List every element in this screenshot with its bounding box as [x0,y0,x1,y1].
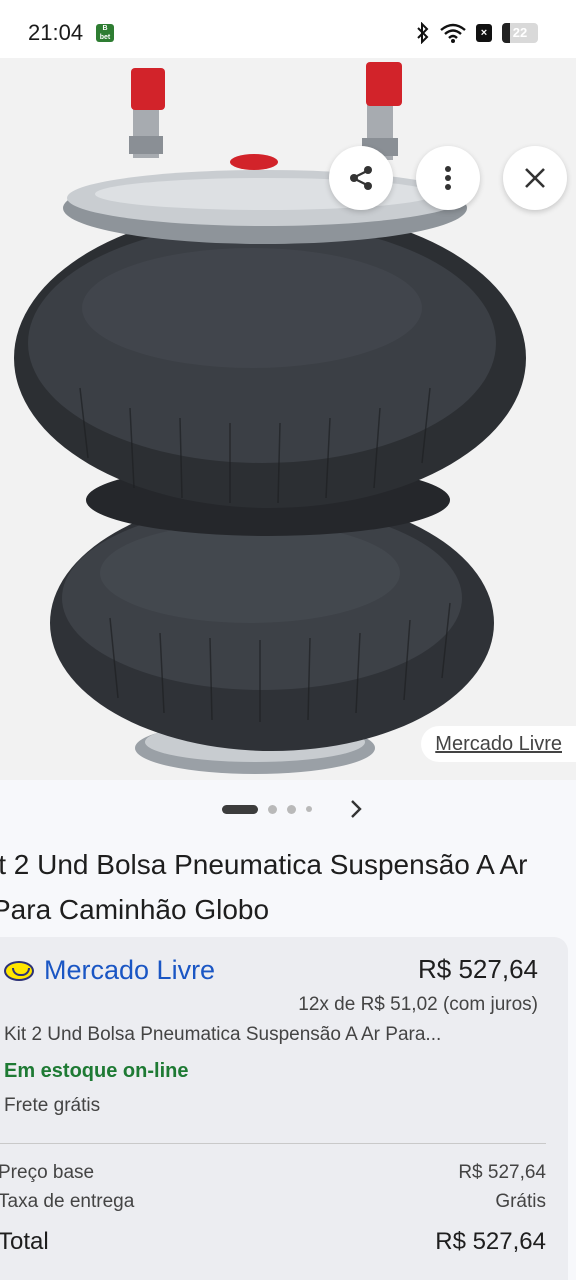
carousel-dot-4[interactable] [306,806,312,812]
base-price-label: Preço base [0,1162,95,1183]
carousel-dot-2[interactable] [268,804,277,814]
close-icon [525,168,545,188]
share-icon [350,166,372,190]
carousel-dot-1[interactable] [222,804,258,814]
offer-installments: 12x de R$ 51,02 (com juros) [298,994,538,1015]
app-notification-icon: Bbet [96,24,114,42]
total-value: R$ 527,64 [435,1228,546,1255]
delivery-fee-value: Grátis [495,1191,546,1212]
stock-status: Em estoque on-line [4,1060,189,1082]
delivery-fee-label: Taxa de entrega [0,1191,135,1212]
wifi-icon [440,23,466,43]
air-spring-image [0,58,576,780]
shipping-info: Frete grátis [4,1095,101,1116]
mercado-livre-logo-icon [4,960,34,981]
product-title: it 2 Und Bolsa Pneumatica Suspensão A Ar… [0,849,528,925]
close-button[interactable] [503,146,567,210]
bluetooth-icon [417,22,429,44]
offer-description: Kit 2 Und Bolsa Pneumatica Suspensão A A… [4,1024,442,1045]
divider [0,1143,546,1144]
store-name[interactable]: Mercado Livre [44,955,215,986]
status-time: 21:04 [28,20,84,45]
product-image[interactable]: Mercado Livre [0,58,576,780]
more-options-button[interactable] [416,146,480,210]
chevron-right-icon[interactable] [344,796,368,822]
status-icons: × 22 [416,22,538,44]
notification-box-icon: × [476,24,492,42]
offer-price: R$ 527,64 [418,954,538,984]
battery-level: 22 [512,25,528,40]
share-button[interactable] [329,146,393,210]
store-row[interactable]: Mercado Livre [4,955,215,986]
more-vert-icon [445,166,451,190]
carousel-dot-3[interactable] [287,804,296,814]
total-label: Total [0,1228,49,1255]
carousel-indicator [222,798,312,820]
image-source-link[interactable]: Mercado Livre [421,726,576,762]
battery-icon: 22 [502,23,538,43]
status-bar: 21:04 Bbet × 22 [0,0,576,64]
base-price-value: R$ 527,64 [458,1162,546,1183]
